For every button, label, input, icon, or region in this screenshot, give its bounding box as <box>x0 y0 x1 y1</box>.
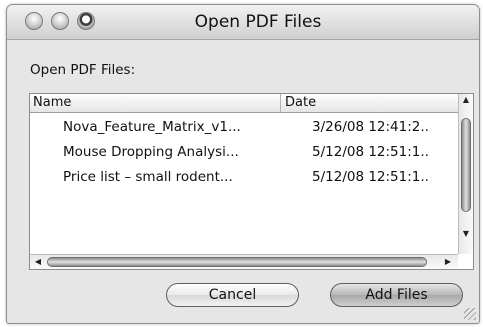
scroll-right-icon[interactable]: ▶ <box>442 255 454 269</box>
resize-grip-icon[interactable] <box>464 308 476 320</box>
file-name: Nova_Feature_Matrix_v1... <box>63 119 241 135</box>
file-date: 5/12/08 12:51:1.. <box>312 169 429 185</box>
cancel-button[interactable]: Cancel <box>166 283 299 307</box>
table-row[interactable]: Mouse Dropping Analysi... 5/12/08 12:51:… <box>30 141 458 163</box>
zoom-window-icon[interactable] <box>77 12 95 30</box>
table-row[interactable]: Price list – small rodent... 5/12/08 12:… <box>30 166 458 188</box>
file-date: 3/26/08 12:41:2.. <box>312 119 429 135</box>
close-window-icon[interactable] <box>25 12 43 30</box>
files-table[interactable]: Name Date Nova_Feature_Matrix_v1... 3/26… <box>29 93 474 270</box>
file-date: 5/12/08 12:51:1.. <box>312 144 429 160</box>
table-row[interactable]: Nova_Feature_Matrix_v1... 3/26/08 12:41:… <box>30 116 458 138</box>
window-title: Open PDF Files <box>194 12 322 32</box>
dialog-label: Open PDF Files: <box>30 62 136 78</box>
horizontal-scrollbar[interactable]: ◀ ▶ <box>30 254 458 269</box>
file-name: Mouse Dropping Analysi... <box>63 144 239 160</box>
vertical-scrollbar[interactable]: ▲ ▼ <box>458 94 473 254</box>
column-header-name[interactable]: Name <box>33 94 71 112</box>
scroll-down-icon[interactable]: ▼ <box>459 228 473 240</box>
scroll-left-icon[interactable]: ◀ <box>32 255 44 269</box>
table-header: Name Date <box>30 94 458 113</box>
title-bar[interactable]: Open PDF Files <box>7 5 479 40</box>
scroll-up-icon[interactable]: ▲ <box>459 94 473 106</box>
column-header-date[interactable]: Date <box>280 94 459 112</box>
minimize-window-icon[interactable] <box>51 12 69 30</box>
file-name: Price list – small rodent... <box>63 169 233 185</box>
vertical-scroll-thumb[interactable] <box>461 118 471 212</box>
open-pdf-dialog: Open PDF Files Open PDF Files: Name Date… <box>6 4 480 324</box>
add-files-button[interactable]: Add Files <box>330 283 463 307</box>
horizontal-scroll-thumb[interactable] <box>47 257 427 267</box>
